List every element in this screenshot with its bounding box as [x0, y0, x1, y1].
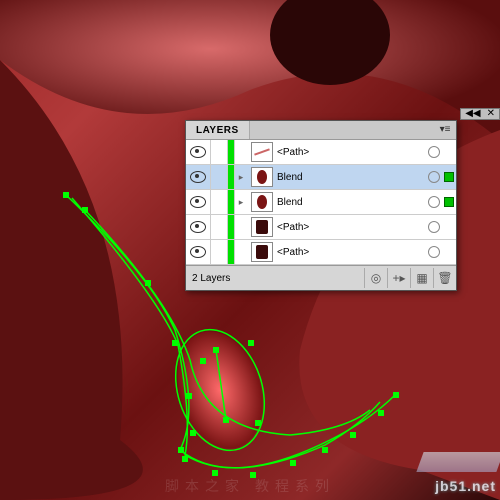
visibility-toggle[interactable]: [186, 140, 211, 164]
selection-indicator[interactable]: [442, 172, 456, 182]
target-button[interactable]: [426, 246, 442, 258]
layer-row[interactable]: ▸ Blend: [186, 165, 456, 190]
selection-dot-icon: [444, 197, 454, 207]
panel-close-icon[interactable]: ✕: [487, 108, 495, 120]
layer-thumbnail: [251, 142, 273, 162]
watermark-bg-text: 脚本之家 教程系列: [165, 476, 335, 496]
layers-panel: LAYERS ▾≡ <Path>▸Blend▸Blend<Path><Path>…: [185, 120, 457, 291]
watermark-shape: [416, 452, 500, 472]
layer-color-swatch: [228, 240, 235, 264]
eye-icon: [190, 171, 206, 183]
lock-toggle[interactable]: [211, 165, 228, 189]
panel-header: LAYERS ▾≡: [186, 121, 456, 140]
lock-toggle[interactable]: [211, 215, 228, 239]
panel-collapse-bar[interactable]: ◀◀ ✕: [460, 108, 500, 120]
target-icon: [428, 171, 440, 183]
eye-icon: [190, 246, 206, 258]
panel-menu-icon[interactable]: ▾≡: [436, 123, 454, 137]
lock-toggle[interactable]: [211, 240, 228, 264]
layer-row[interactable]: ▸ Blend: [186, 190, 456, 215]
eye-icon: [190, 146, 206, 158]
layer-thumbnail: [251, 242, 273, 262]
panel-footer: 2 Layers ◎ +▸ ▦ 🗑: [186, 265, 456, 290]
visibility-toggle[interactable]: [186, 240, 211, 264]
layer-name[interactable]: Blend: [277, 172, 426, 183]
delete-layer-button[interactable]: 🗑: [433, 268, 456, 288]
layer-color-swatch: [228, 140, 235, 164]
layer-row[interactable]: <Path>: [186, 215, 456, 240]
visibility-toggle[interactable]: [186, 165, 211, 189]
layer-list: <Path> ▸ Blend ▸ Blend <Path> <Path>: [186, 140, 456, 265]
layer-name[interactable]: <Path>: [277, 147, 426, 158]
target-button[interactable]: [426, 196, 442, 208]
collapse-icon: ◀◀: [465, 108, 480, 120]
locate-object-button[interactable]: ◎: [364, 268, 387, 288]
layer-color-swatch: [228, 190, 235, 214]
layer-thumbnail: [251, 192, 273, 212]
layer-row[interactable]: <Path>: [186, 140, 456, 165]
target-icon: [428, 196, 440, 208]
target-icon: [428, 146, 440, 158]
selection-indicator[interactable]: [442, 197, 456, 207]
lock-toggle[interactable]: [211, 190, 228, 214]
lock-toggle[interactable]: [211, 140, 228, 164]
layers-tab[interactable]: LAYERS: [186, 121, 250, 139]
layer-thumbnail: [251, 217, 273, 237]
layer-color-swatch: [228, 165, 235, 189]
visibility-toggle[interactable]: [186, 190, 211, 214]
layer-row[interactable]: <Path>: [186, 240, 456, 265]
expand-arrow[interactable]: ▸: [235, 197, 247, 208]
layer-count-label: 2 Layers: [186, 273, 364, 284]
selection-dot-icon: [444, 172, 454, 182]
visibility-toggle[interactable]: [186, 215, 211, 239]
new-sublayer-button[interactable]: +▸: [387, 268, 410, 288]
eye-icon: [190, 221, 206, 233]
target-button[interactable]: [426, 146, 442, 158]
target-icon: [428, 221, 440, 233]
layer-name[interactable]: Blend: [277, 197, 426, 208]
new-layer-button[interactable]: ▦: [410, 268, 433, 288]
target-icon: [428, 246, 440, 258]
watermark-site: jb51.net: [435, 478, 496, 494]
eye-icon: [190, 196, 206, 208]
layer-name[interactable]: <Path>: [277, 222, 426, 233]
layer-name[interactable]: <Path>: [277, 247, 426, 258]
target-button[interactable]: [426, 221, 442, 233]
layer-color-swatch: [228, 215, 235, 239]
expand-arrow[interactable]: ▸: [235, 172, 247, 183]
target-button[interactable]: [426, 171, 442, 183]
layer-thumbnail: [251, 167, 273, 187]
